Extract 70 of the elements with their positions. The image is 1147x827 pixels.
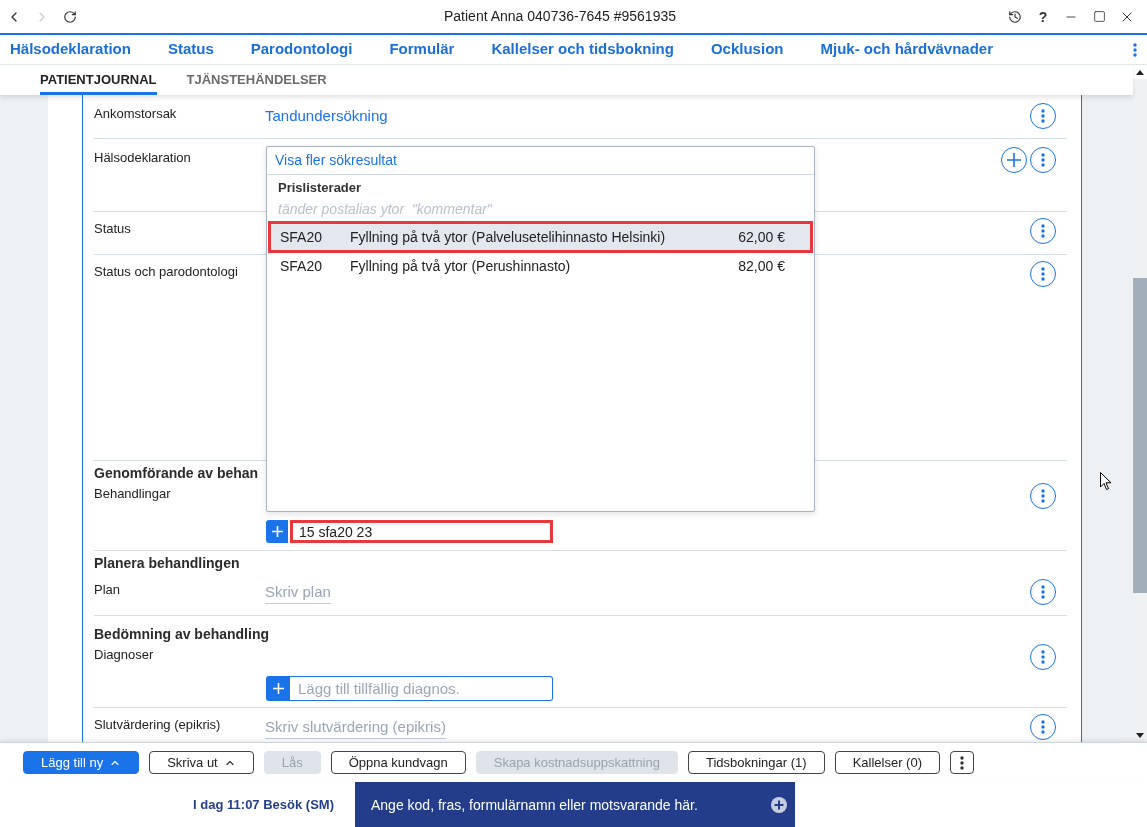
text-entry-field[interactable]: Skriv plan xyxy=(265,582,331,604)
group-heading: Prislisterader xyxy=(278,179,362,197)
item-description: Fyllning på två ytor (Palvelusetelihinnasto Helsinki) xyxy=(350,227,667,247)
plus-circle-icon[interactable] xyxy=(771,796,787,813)
diagnosis-input[interactable]: Lägg till tillfällig diagnos. xyxy=(290,676,553,701)
help-button[interactable]: ? xyxy=(1038,8,1048,25)
more-vertical-icon xyxy=(1041,650,1045,664)
field-label: Behandlingar xyxy=(94,485,171,503)
more-vertical-icon[interactable] xyxy=(1133,42,1137,57)
scroll-down-icon[interactable] xyxy=(1136,732,1144,738)
field-label: Ankomstorsak xyxy=(94,105,177,123)
scroll-thumb[interactable] xyxy=(1133,278,1147,593)
field-label: Status xyxy=(94,220,131,238)
nav-tab[interactable]: Formulär xyxy=(389,38,455,61)
plus-icon xyxy=(272,683,284,694)
field-label: Status och parodontologi xyxy=(94,263,238,281)
item-code: SFA20 xyxy=(280,227,324,247)
toolbar-button[interactable]: Skriva ut xyxy=(149,751,254,774)
search-hint: tänder postalias ytor "kommentar" xyxy=(278,200,492,218)
more-vertical-icon xyxy=(1041,489,1045,503)
item-price: 82,00 € xyxy=(738,256,786,276)
cursor-icon xyxy=(1100,472,1112,490)
nav-tab[interactable]: Kallelser och tidsbokning xyxy=(491,38,674,61)
field-label: Plan xyxy=(94,581,121,599)
section-heading: Genomförande av behan xyxy=(94,464,259,483)
section-heading: Planera behandlingen xyxy=(94,554,240,573)
field-label: Slutvärdering (epikris) xyxy=(94,716,221,734)
window-title: Patient Anna 040736-7645 #9561935 xyxy=(444,7,676,26)
item-price: 62,00 € xyxy=(738,227,786,247)
field-label: Hälsodeklaration xyxy=(94,149,191,167)
more-vertical-icon xyxy=(1041,224,1045,238)
command-field[interactable]: Ange kod, fras, formulärnamn eller motsvarande här. xyxy=(355,782,795,827)
scroll-up-icon[interactable] xyxy=(1136,69,1144,75)
add-button[interactable] xyxy=(266,520,288,543)
nav-tab[interactable]: Hälsodeklaration xyxy=(10,38,131,61)
add-button[interactable] xyxy=(266,676,290,701)
more-vertical-icon xyxy=(1041,585,1045,599)
item-description: Fyllning på två ytor (Perushinnasto) xyxy=(350,256,572,276)
nav-tab[interactable]: Parodontologi xyxy=(250,38,353,61)
nav-tab[interactable]: Mjuk- och hårdvävnader xyxy=(820,38,993,61)
nav-tab[interactable]: Ocklusion xyxy=(710,38,784,61)
add-button[interactable] xyxy=(1001,147,1027,173)
suggestion-row[interactable]: SFA20 Fyllning på två ytor (Palvelusetelihinnasto Helsinki) 62,00 € xyxy=(268,221,813,253)
reason-link[interactable]: Tandundersökning xyxy=(265,103,388,129)
section-heading: Bedömning av behandling xyxy=(94,625,269,644)
scrollbar[interactable] xyxy=(1133,65,1147,742)
more-vertical-icon xyxy=(1041,720,1045,734)
toolbar-button[interactable]: Lägg till ny xyxy=(23,751,140,774)
sub-tab[interactable]: TJÄNSTEHÄNDELSER xyxy=(186,65,327,95)
more-vertical-icon xyxy=(1041,153,1045,167)
command-input[interactable]: Ange kod, fras, formulärnamn eller motsvarande här. xyxy=(371,792,765,817)
history-icon[interactable] xyxy=(1008,9,1022,24)
toolbar-button[interactable]: Tidsbokningar (1) xyxy=(687,751,825,774)
more-vertical-icon xyxy=(1041,109,1045,123)
visit-label: I dag 11:07 Besök (SM) xyxy=(193,795,334,814)
item-code: SFA20 xyxy=(280,256,324,276)
plus-icon xyxy=(271,526,283,537)
more-options-button[interactable] xyxy=(950,751,974,774)
reload-icon[interactable] xyxy=(63,9,77,24)
more-results-link[interactable]: Visa fler sökresultat xyxy=(275,150,397,171)
toolbar-button[interactable]: Kallelser (0) xyxy=(834,751,940,774)
more-vertical-icon xyxy=(960,755,964,770)
toolbar-button[interactable]: Öppna kundvagn xyxy=(330,751,466,774)
treatment-code-input[interactable]: 15 sfa20 23 xyxy=(290,520,553,543)
field-label: Diagnoser xyxy=(94,646,154,664)
more-vertical-icon xyxy=(1041,267,1045,281)
nav-tab[interactable]: Status xyxy=(167,38,214,61)
plus-icon xyxy=(1007,153,1021,167)
maximize-icon[interactable] xyxy=(1092,10,1106,23)
text-entry-field[interactable]: Skriv slutvärdering (epikris) xyxy=(265,717,446,739)
